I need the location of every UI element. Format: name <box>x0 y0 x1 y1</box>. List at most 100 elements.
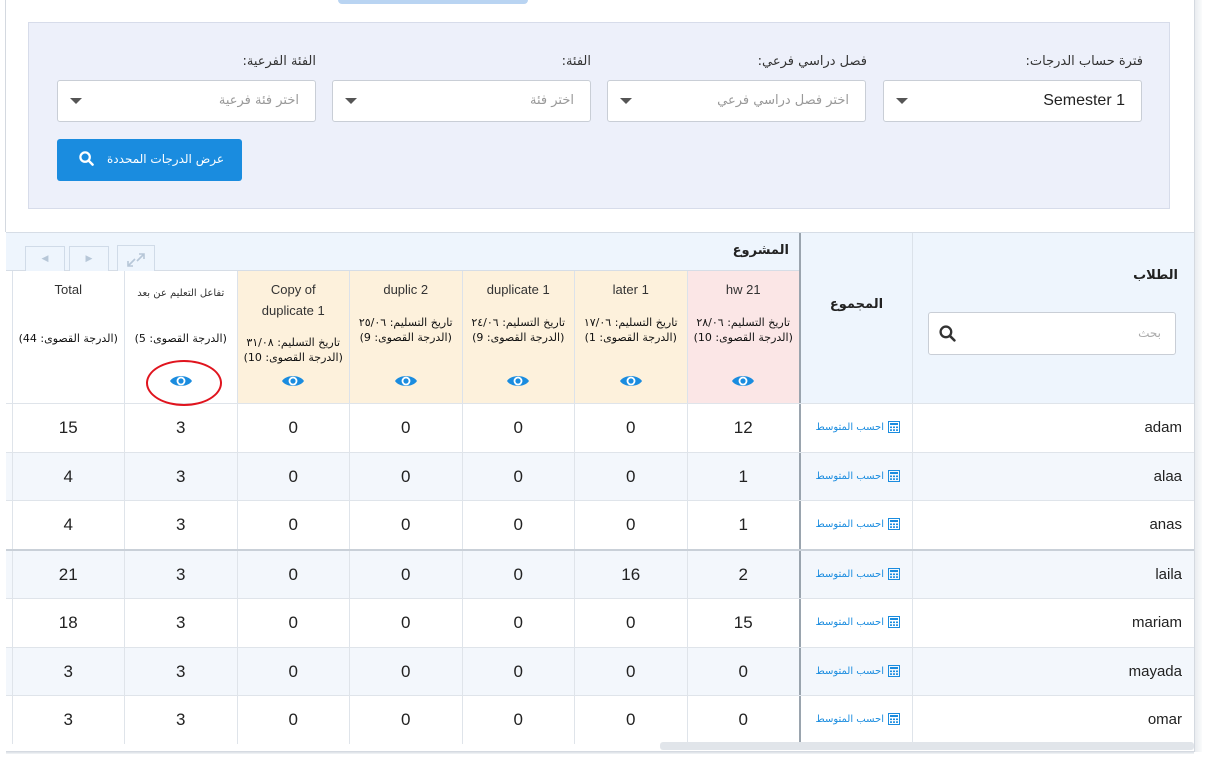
assignment-max-score: (الدرجة القصوى: 9) <box>472 331 565 344</box>
calculate-average-link[interactable]: احسب المتوسط <box>799 598 912 647</box>
calculate-average-link[interactable]: احسب المتوسط <box>799 501 912 550</box>
score-cell[interactable]: 0 <box>349 501 462 550</box>
total-header-title: المجموع <box>829 297 884 312</box>
chevron-left-icon: ◀ <box>41 254 49 264</box>
score-cell[interactable]: 18 <box>11 598 125 647</box>
calculate-average-link[interactable]: احسب المتوسط <box>799 696 912 745</box>
score-cell[interactable]: 0 <box>236 647 350 696</box>
eye-icon[interactable] <box>394 373 418 393</box>
score-cell[interactable]: 0 <box>461 404 575 452</box>
score-cell[interactable]: 4 <box>11 501 125 550</box>
student-search-input[interactable]: بحث <box>928 312 1176 355</box>
subterm-select[interactable]: اختر فصل دراسي فرعي <box>607 80 866 122</box>
score-cell[interactable]: 15 <box>11 404 125 452</box>
score-cell[interactable]: 0 <box>461 551 575 600</box>
score-cell[interactable]: 0 <box>686 696 800 745</box>
score-cell[interactable]: 3 <box>11 647 125 696</box>
score-cell[interactable]: 0 <box>349 696 462 745</box>
score-cell[interactable]: 0 <box>461 452 575 501</box>
score-cell[interactable]: 0 <box>236 696 350 745</box>
calculate-average-link[interactable]: احسب المتوسط <box>799 647 912 696</box>
calculator-icon <box>884 421 900 433</box>
search-icon <box>939 325 956 346</box>
table-row: alaa احسب المتوسط 1 0 0 0 0 3 4 <box>6 451 1194 501</box>
score-cell[interactable]: 0 <box>236 501 350 550</box>
assignment-max-score: (الدرجة القصوى: 9) <box>359 331 452 344</box>
score-cell[interactable]: 0 <box>574 452 687 501</box>
student-name[interactable]: adam <box>912 404 1194 452</box>
score-cell[interactable]: 3 <box>124 598 237 647</box>
student-name[interactable]: omar <box>912 696 1194 745</box>
score-cell[interactable]: 1 <box>686 501 800 550</box>
calculate-average-label: احسب المتوسط <box>815 422 884 433</box>
student-name[interactable]: mayada <box>912 647 1194 696</box>
horizontal-scrollbar[interactable] <box>660 742 1194 750</box>
assignment-name: duplicate 1 <box>486 282 550 297</box>
gradebook-page: فترة حساب الدرجات: Semester 1 فصل دراسي … <box>0 0 1228 770</box>
calculate-average-link[interactable]: احسب المتوسط <box>799 404 912 452</box>
eye-icon[interactable] <box>281 373 305 393</box>
assignment-column-header: Copy of duplicate 1 تاريخ التسليم: ٣١/٠٨ (… <box>236 271 349 403</box>
assignment-due-date: تاريخ التسليم: ١٧/٠٦ <box>583 316 678 329</box>
scroll-left-button[interactable]: ◀ <box>25 246 65 272</box>
score-cell[interactable]: 0 <box>236 404 350 452</box>
score-cell[interactable]: 0 <box>349 598 462 647</box>
subterm-label: فصل دراسي فرعي: <box>757 54 867 69</box>
period-select-value: Semester 1 <box>1043 92 1125 109</box>
score-cell[interactable]: 4 <box>11 452 125 501</box>
category-select[interactable]: اختر فئة <box>332 80 591 122</box>
student-name[interactable]: mariam <box>912 598 1194 647</box>
score-cell[interactable]: 0 <box>349 452 462 501</box>
score-cell[interactable]: 0 <box>461 696 575 745</box>
assignment-name: duplic 2 <box>383 282 429 297</box>
score-cell[interactable]: 15 <box>686 598 800 647</box>
score-cell[interactable]: 3 <box>124 501 237 550</box>
score-cell[interactable]: 0 <box>349 404 462 452</box>
score-cell[interactable]: 0 <box>574 404 687 452</box>
caret-down-icon <box>70 98 82 104</box>
score-cell[interactable]: 16 <box>574 551 687 600</box>
score-cell[interactable]: 0 <box>461 647 575 696</box>
score-cell[interactable]: 0 <box>574 696 687 745</box>
score-cell[interactable]: 0 <box>686 647 800 696</box>
subcategory-select-placeholder: اختر فئة فرعية <box>218 93 299 108</box>
score-cell[interactable]: 3 <box>124 452 237 501</box>
student-name[interactable]: laila <box>912 551 1194 600</box>
eye-icon[interactable] <box>731 373 755 393</box>
student-name[interactable]: anas <box>912 501 1194 550</box>
score-cell[interactable]: 0 <box>236 551 350 600</box>
assignment-due-date: تاريخ التسليم: ٢٤/٠٦ <box>471 316 566 329</box>
score-cell[interactable]: 0 <box>574 647 687 696</box>
content-frame-left <box>5 0 6 232</box>
eye-icon[interactable] <box>506 373 530 393</box>
score-cell[interactable]: 3 <box>124 647 237 696</box>
score-cell[interactable]: 0 <box>574 501 687 550</box>
score-cell[interactable]: 3 <box>124 551 237 600</box>
table-row: omar احسب المتوسط 0 0 0 0 0 3 3 <box>6 695 1194 745</box>
calculator-icon <box>884 568 900 581</box>
score-cell[interactable]: 0 <box>349 647 462 696</box>
calculate-average-link[interactable]: احسب المتوسط <box>799 551 912 600</box>
score-cell[interactable]: 1 <box>686 452 800 501</box>
score-cell[interactable]: 0 <box>461 598 575 647</box>
score-cell[interactable]: 21 <box>11 551 125 600</box>
score-cell[interactable]: 3 <box>124 404 237 452</box>
subcategory-select[interactable]: اختر فئة فرعية <box>57 80 316 122</box>
calculate-average-link[interactable]: احسب المتوسط <box>799 452 912 501</box>
score-cell[interactable]: 3 <box>124 696 237 745</box>
period-select[interactable]: Semester 1 <box>883 80 1142 122</box>
score-cell[interactable]: 0 <box>349 551 462 600</box>
score-cell[interactable]: 12 <box>686 404 800 452</box>
show-grades-button[interactable]: عرض الدرجات المحددة <box>57 139 242 181</box>
score-cell[interactable]: 0 <box>461 501 575 550</box>
score-cell[interactable]: 0 <box>236 452 350 501</box>
page-scrollbar[interactable] <box>1194 0 1202 752</box>
student-name[interactable]: alaa <box>912 452 1194 501</box>
score-cell[interactable]: 3 <box>11 696 125 745</box>
score-cell[interactable]: 0 <box>574 598 687 647</box>
scroll-right-button[interactable]: ▶ <box>69 246 109 272</box>
eye-icon[interactable] <box>619 373 643 393</box>
highlight-circle <box>146 360 222 406</box>
score-cell[interactable]: 0 <box>236 598 350 647</box>
score-cell[interactable]: 2 <box>686 551 800 600</box>
